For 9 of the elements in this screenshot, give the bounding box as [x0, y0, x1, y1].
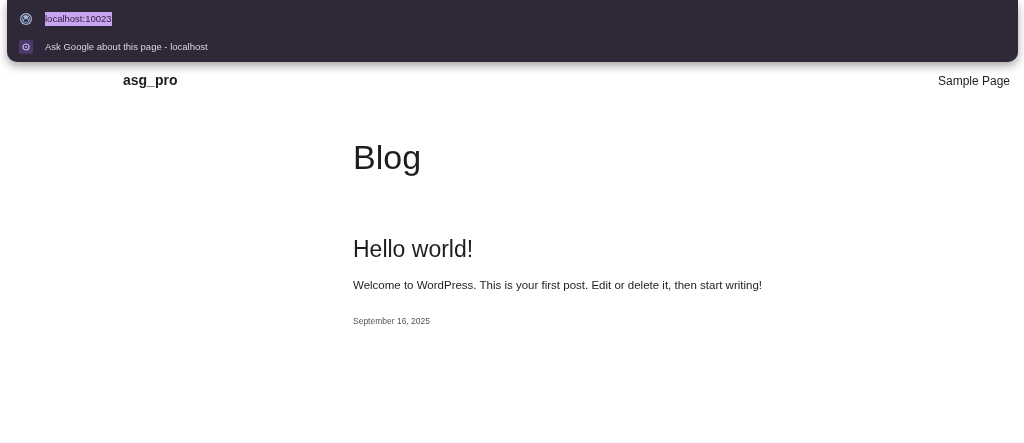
suggestion-text[interactable]: Ask Google about this page - localhost	[45, 39, 208, 55]
site-title[interactable]: asg_pro	[123, 70, 178, 91]
suggestion-text[interactable]: localhost:10023	[45, 11, 112, 27]
nav-link[interactable]: Sample Page	[937, 71, 1010, 90]
post-excerpt: Welcome to WordPress. This is your first post. Edit or delete it, then start writing!	[353, 278, 764, 294]
post-date: September 16, 2025	[353, 314, 432, 328]
lens-icon	[19, 40, 33, 54]
post-title[interactable]: Hello world!	[353, 235, 1024, 264]
page-title: Blog	[353, 137, 423, 178]
